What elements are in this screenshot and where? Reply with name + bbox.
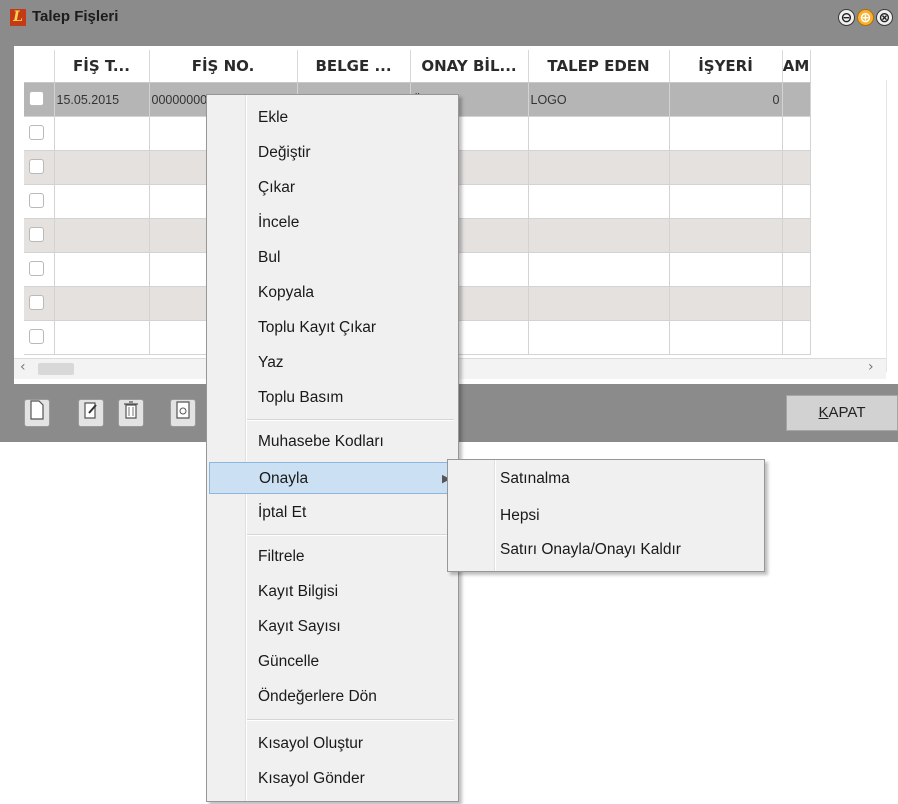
menu-item-kayit-bilgisi[interactable]: Kayıt Bilgisi <box>209 576 456 608</box>
scroll-thumb[interactable] <box>38 363 74 375</box>
submenu-item-hepsi[interactable]: Hepsi <box>500 507 540 525</box>
row-checkbox[interactable] <box>29 294 44 310</box>
menu-item-incele[interactable]: İncele <box>209 207 456 239</box>
row-checkbox[interactable] <box>29 260 44 276</box>
column-header-select <box>24 50 55 83</box>
column-header-isyeri[interactable]: İŞYERİ <box>669 50 783 83</box>
column-header-fis-tarihi[interactable]: FİŞ T... <box>54 50 150 83</box>
submenu-icon-gutter <box>494 460 496 571</box>
column-header-fis-no[interactable]: FİŞ NO. <box>149 50 298 83</box>
menu-item-kayit-sayisi[interactable]: Kayıt Sayısı <box>209 611 456 643</box>
menu-item-guncelle[interactable]: Güncelle <box>209 646 456 678</box>
menu-separator <box>247 534 454 536</box>
menu-item-onayla[interactable]: Onayla▶ <box>209 462 456 494</box>
cell-talep-eden: LOGO <box>528 82 670 117</box>
row-checkbox[interactable] <box>29 158 44 174</box>
menu-separator <box>247 419 454 421</box>
menu-item-degistir[interactable]: Değiştir <box>209 137 456 169</box>
cell-date: 15.05.2015 <box>54 82 150 117</box>
menu-item-kopyala[interactable]: Kopyala <box>209 277 456 309</box>
scroll-right-icon[interactable]: › <box>868 359 874 375</box>
menu-item-bul[interactable]: Bul <box>209 242 456 274</box>
minimize-icon[interactable]: ⊖ <box>838 9 855 26</box>
row-checkbox[interactable] <box>29 328 44 344</box>
context-menu: Ekle Değiştir Çıkar İncele Bul Kopyala T… <box>206 94 459 802</box>
window-title: Talep Fişleri <box>32 8 119 25</box>
maximize-icon[interactable]: ⊕ <box>857 9 874 26</box>
menu-separator <box>247 719 454 721</box>
new-document-icon[interactable] <box>24 399 50 427</box>
column-header-am[interactable]: AM <box>782 50 811 83</box>
onayla-submenu: Satınalma Hepsi Satırı Onayla/Onayı Kald… <box>447 459 765 572</box>
logo-app-icon: L <box>10 9 26 26</box>
menu-item-ondegerlere-don[interactable]: Öndeğerlere Dön <box>209 681 456 713</box>
menu-item-kisayol-olustur[interactable]: Kısayol Oluştur <box>209 728 456 760</box>
cell-isyeri: 0 <box>669 82 783 117</box>
submenu-item-satiri-onayla[interactable]: Satırı Onayla/Onayı Kaldır <box>500 541 681 559</box>
row-checkbox[interactable] <box>29 226 44 242</box>
menu-item-toplu-basim[interactable]: Toplu Basım <box>209 382 456 414</box>
row-checkbox[interactable] <box>29 90 44 106</box>
column-header-onay-bilgisi[interactable]: ONAY BİL... <box>410 50 529 83</box>
submenu-item-satinalma[interactable]: Satınalma <box>500 470 570 488</box>
table-header-row: FİŞ T... FİŞ NO. BELGE ... ONAY BİL... T… <box>24 50 811 83</box>
row-checkbox[interactable] <box>29 124 44 140</box>
menu-item-cikar[interactable]: Çıkar <box>209 172 456 204</box>
column-header-belge[interactable]: BELGE ... <box>297 50 411 83</box>
trash-icon[interactable] <box>118 399 144 427</box>
menu-item-ekle[interactable]: Ekle <box>209 102 456 134</box>
scroll-left-icon[interactable]: ‹ <box>20 359 26 375</box>
column-header-talep-eden[interactable]: TALEP EDEN <box>528 50 670 83</box>
menu-item-yaz[interactable]: Yaz <box>209 347 456 379</box>
menu-item-filtrele[interactable]: Filtrele <box>209 541 456 573</box>
vertical-scrollbar[interactable] <box>886 80 898 372</box>
close-button-label: APAT <box>828 404 866 421</box>
title-bar[interactable]: L Talep Fişleri ⊖ ⊕ ⊗ <box>0 0 898 38</box>
menu-item-iptal-et[interactable]: İptal Et <box>209 497 456 529</box>
menu-item-toplu-kayit-cikar[interactable]: Toplu Kayıt Çıkar <box>209 312 456 344</box>
row-checkbox[interactable] <box>29 192 44 208</box>
cell-am <box>782 82 811 117</box>
edit-icon[interactable] <box>78 399 104 427</box>
menu-item-kisayol-gonder[interactable]: Kısayol Gönder <box>209 763 456 795</box>
preview-icon[interactable] <box>170 399 196 427</box>
close-button-mnemonic: K <box>818 404 829 421</box>
close-icon[interactable]: ⊗ <box>876 9 893 26</box>
menu-item-muhasebe-kodlari[interactable]: Muhasebe Kodları <box>209 426 456 458</box>
close-button[interactable]: KAPAT <box>786 395 898 431</box>
